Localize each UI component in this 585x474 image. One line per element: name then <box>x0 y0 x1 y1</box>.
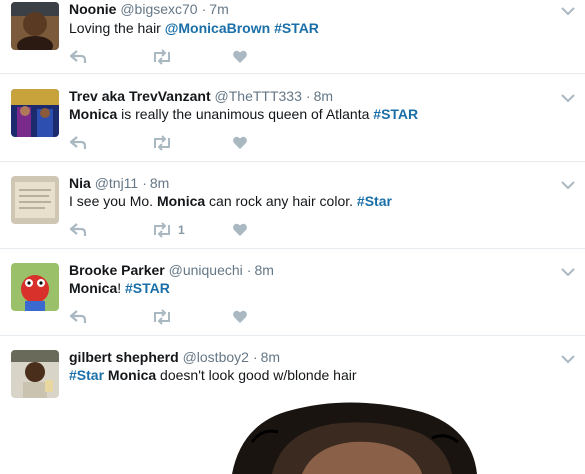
tweet[interactable]: Noonie @bigsexc70 · 7m Loving the hair @Mo… <box>0 0 585 74</box>
avatar-photo <box>11 176 59 224</box>
timestamp[interactable]: 7m <box>209 1 228 17</box>
tweet-text-segment: I see you Mo. <box>69 193 157 209</box>
tweet-text: I see you Mo. Monica can rock any hair c… <box>69 192 392 210</box>
avatar-photo <box>11 89 59 137</box>
timestamp[interactable]: 8m <box>254 262 273 278</box>
heart-icon[interactable] <box>232 49 248 65</box>
tweet-actions <box>69 135 329 151</box>
avatar[interactable] <box>11 263 59 311</box>
hashtag-link[interactable]: #STAR <box>125 280 170 296</box>
handle[interactable]: @TheTTT333 <box>215 88 302 104</box>
fullname[interactable]: gilbert shepherd <box>69 349 179 365</box>
highlighted-keyword: Monica <box>156 193 206 209</box>
chevron-down-icon[interactable] <box>560 264 576 277</box>
heart-icon[interactable] <box>232 309 248 325</box>
tweet-text: #Star Monica doesn't look good w/blonde … <box>69 366 357 384</box>
chevron-down-icon[interactable] <box>560 351 576 364</box>
reply-icon[interactable] <box>69 135 87 151</box>
reply-icon[interactable] <box>69 49 87 65</box>
heart-icon[interactable] <box>232 222 248 238</box>
avatar-photo <box>11 263 59 311</box>
timestamp[interactable]: 8m <box>261 349 280 365</box>
fullname[interactable]: Trev aka TrevVanzant <box>69 88 211 104</box>
tweet[interactable]: Brooke Parker @uniquechi · 8m Monica! #STA… <box>0 249 585 336</box>
tweet-text: Loving the hair @MonicaBrown #STAR <box>69 19 319 37</box>
fullname[interactable]: Nia <box>69 175 91 191</box>
avatar-photo <box>11 2 59 50</box>
avatar[interactable] <box>11 350 59 398</box>
timestamp[interactable]: 8m <box>150 175 169 191</box>
avatar[interactable] <box>11 176 59 224</box>
tweet-header: Nia @tnj11 · 8m <box>69 174 169 192</box>
tweet-feed: Noonie @bigsexc70 · 7m Loving the hair @Mo… <box>0 0 585 474</box>
tweet-text-segment: doesn't look good w/blonde hair <box>156 367 357 383</box>
handle[interactable]: @bigsexc70 <box>120 1 197 17</box>
retweet-icon[interactable] <box>151 309 173 325</box>
retweet-icon[interactable]: 1 <box>151 222 185 238</box>
handle[interactable]: @tnj11 <box>95 175 139 191</box>
tweet-header: Noonie @bigsexc70 · 7m <box>69 0 229 18</box>
tweet-text-segment: Loving the hair <box>69 20 165 36</box>
retweet-icon[interactable] <box>151 49 173 65</box>
fullname[interactable]: Brooke Parker <box>69 262 165 278</box>
separator-dot: · <box>252 349 258 365</box>
handle[interactable]: @uniquechi <box>169 262 243 278</box>
hashtag-link[interactable]: #Star <box>69 367 104 383</box>
mention-link[interactable]: @MonicaBrown <box>165 20 270 36</box>
reply-icon[interactable] <box>69 222 87 238</box>
chevron-down-icon[interactable] <box>560 90 576 103</box>
separator-dot: · <box>201 1 207 17</box>
timestamp[interactable]: 8m <box>314 88 333 104</box>
reply-icon[interactable] <box>69 309 87 325</box>
separator-dot: · <box>246 262 252 278</box>
highlighted-keyword: Monica <box>69 106 118 122</box>
chevron-down-icon[interactable] <box>560 3 576 16</box>
tweet-actions <box>69 309 329 325</box>
tweet-text-segment: ! <box>117 280 126 296</box>
retweet-count: 1 <box>178 223 185 237</box>
fullname[interactable]: Noonie <box>69 1 116 17</box>
tweet-text-segment: can rock any hair color. <box>205 193 357 209</box>
tweet-actions <box>69 49 329 65</box>
highlighted-keyword: Monica <box>69 280 118 296</box>
separator-dot: · <box>305 88 311 104</box>
tweet[interactable]: Nia @tnj11 · 8m I see you Mo. Monica can r… <box>0 162 585 249</box>
tweet-header: gilbert shepherd @lostboy2 · 8m <box>69 348 280 366</box>
handle[interactable]: @lostboy2 <box>183 349 249 365</box>
tweet-text: Monica is really the unanimous queen of … <box>69 105 418 123</box>
hashtag-link[interactable]: #STAR <box>274 20 319 36</box>
heart-icon[interactable] <box>232 135 248 151</box>
avatar-photo <box>11 350 59 398</box>
portrait-photo <box>232 402 477 474</box>
avatar[interactable] <box>11 89 59 137</box>
tweet-text: Monica! #STAR <box>69 279 170 297</box>
retweet-icon[interactable] <box>151 135 173 151</box>
tweet-actions: 1 <box>69 222 329 238</box>
hashtag-link[interactable]: #Star <box>357 193 392 209</box>
hashtag-link[interactable]: #STAR <box>373 106 418 122</box>
tweet-header: Brooke Parker @uniquechi · 8m <box>69 261 274 279</box>
tweet-header: Trev aka TrevVanzant @TheTTT333 · 8m <box>69 87 333 105</box>
highlighted-keyword: Monica <box>107 367 157 383</box>
separator-dot: · <box>142 175 147 191</box>
tweet-text-segment: is really the unanimous queen of Atlanta <box>117 106 374 122</box>
attached-photo[interactable] <box>232 402 477 474</box>
chevron-down-icon[interactable] <box>560 177 576 190</box>
tweet[interactable]: Trev aka TrevVanzant @TheTTT333 · 8m Monic… <box>0 75 585 162</box>
avatar[interactable] <box>11 2 59 50</box>
